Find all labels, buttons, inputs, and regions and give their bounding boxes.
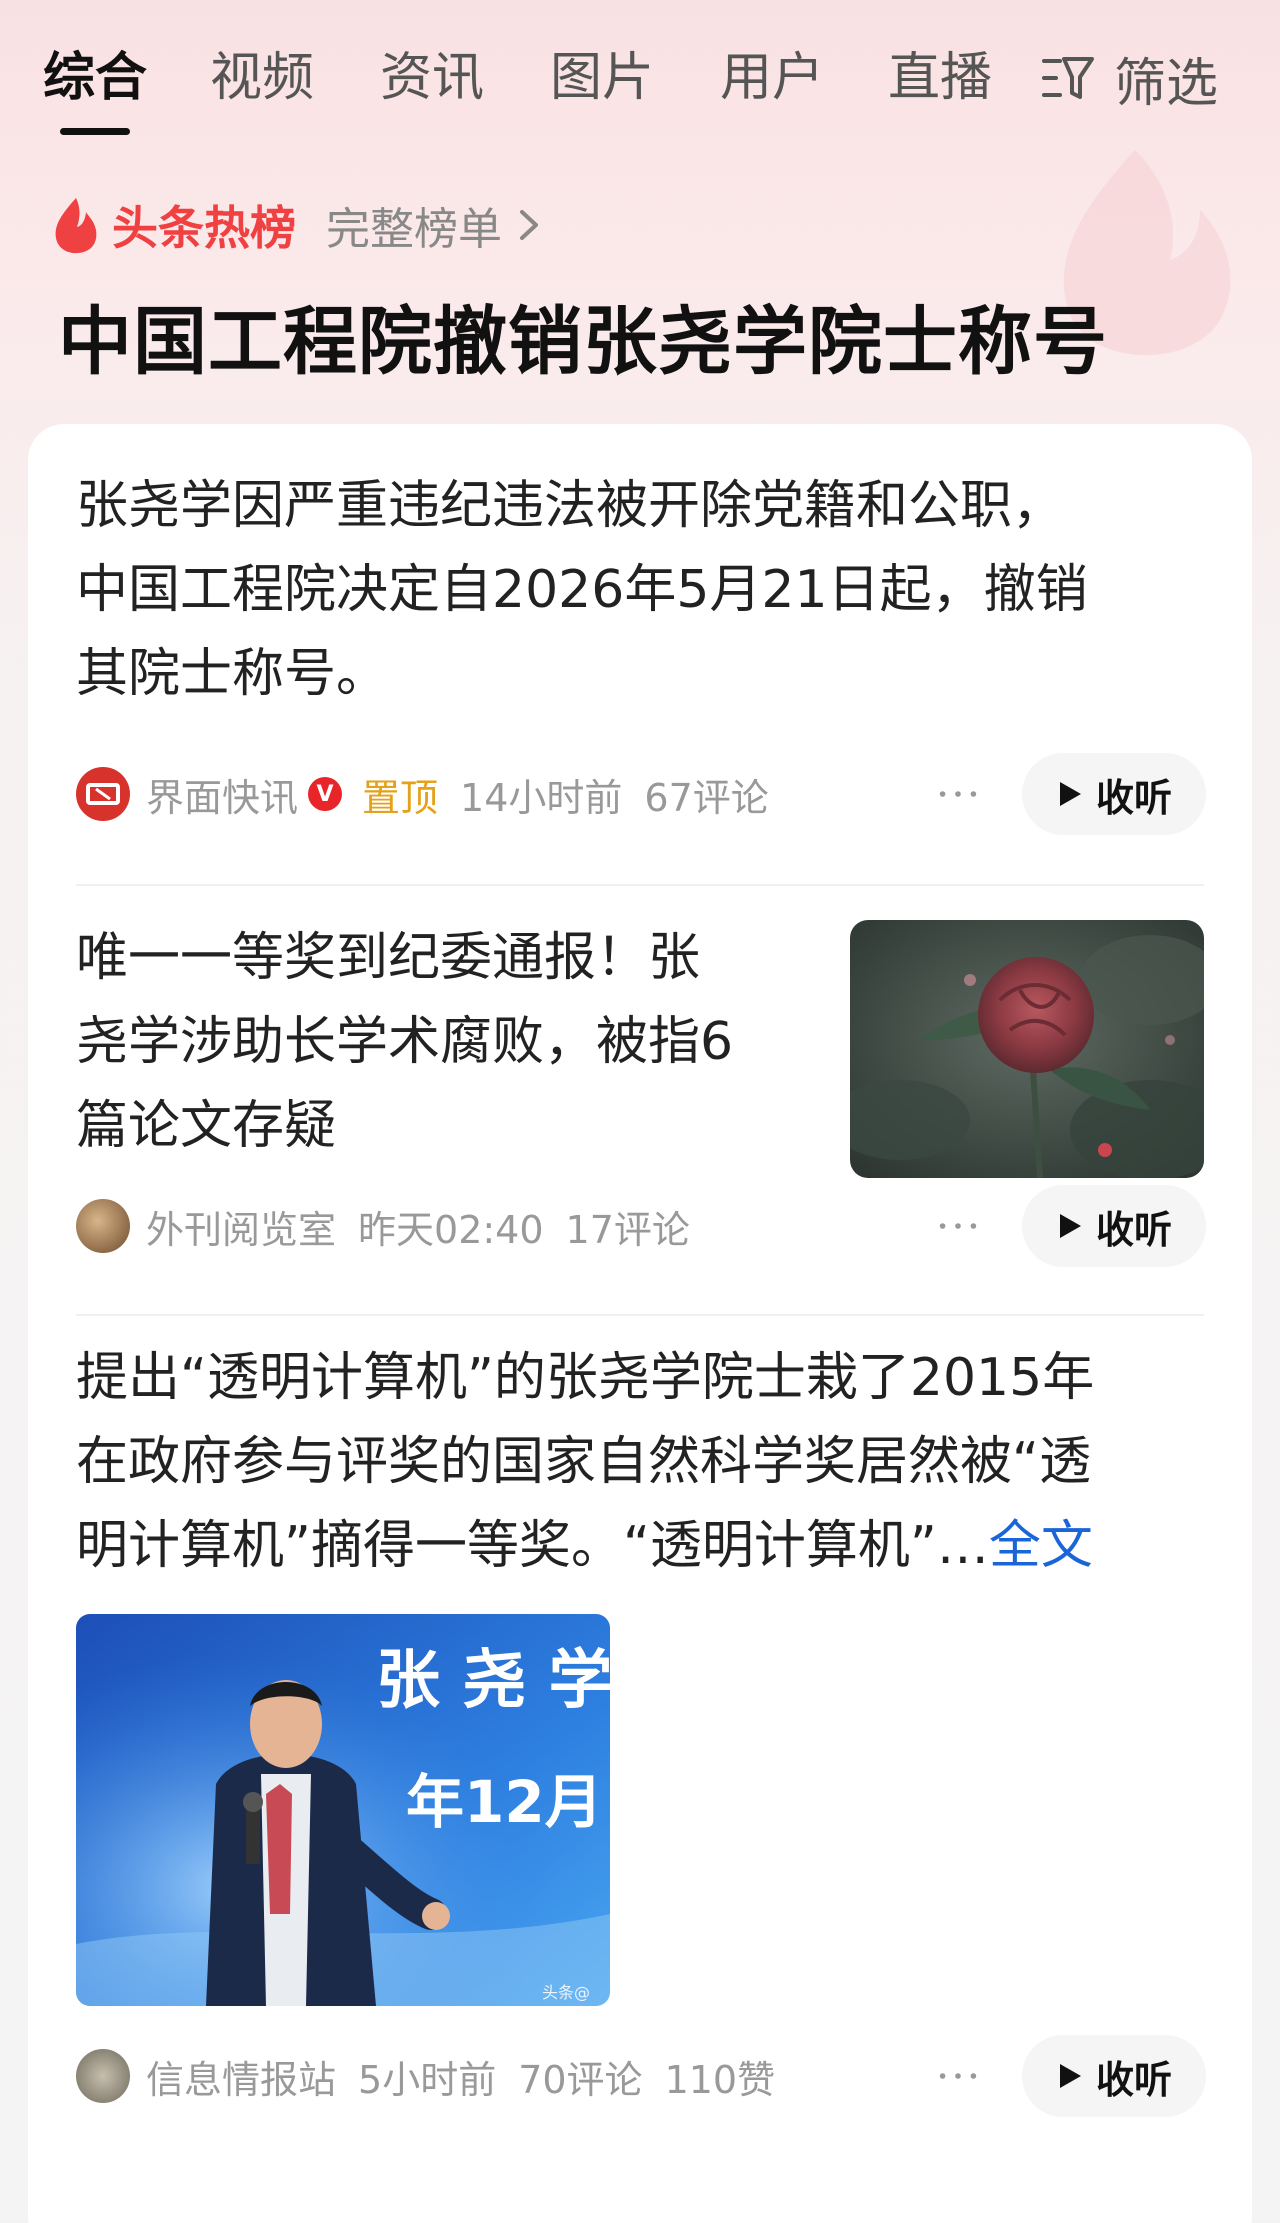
source-name[interactable]: 界面快讯: [146, 767, 298, 822]
play-icon: [1059, 1214, 1081, 1238]
article-text[interactable]: 张尧学因严重违纪违法被开除党籍和公职， 中国工程院决定自2026年5月21日起，…: [76, 464, 1206, 716]
tab-live[interactable]: 直播: [888, 42, 992, 114]
play-icon: [1059, 782, 1081, 806]
listen-label: 收听: [1095, 2057, 1172, 2102]
filter-button[interactable]: 筛选: [1040, 42, 1218, 114]
results-card: 张尧学因严重违纪违法被开除党籍和公职， 中国工程院决定自2026年5月21日起，…: [28, 424, 1252, 2223]
divider: [76, 884, 1204, 886]
comment-count[interactable]: 17评论: [566, 1199, 690, 1254]
article-line: 尧学涉助长学术腐败，被指6: [76, 1012, 734, 1072]
source-name[interactable]: 信息情报站: [146, 2049, 336, 2104]
hot-list-title: 头条热榜: [112, 201, 296, 255]
article-line: 其院士称号。: [76, 644, 389, 704]
flame-icon: [55, 198, 97, 254]
publish-time: 5小时前: [358, 2057, 497, 2102]
article-line: 提出“透明计算机”的张尧学院士栽了2015年: [76, 1348, 1095, 1408]
tab-users[interactable]: 用户: [720, 42, 824, 114]
listen-button[interactable]: 收听: [1022, 2035, 1206, 2117]
banner-title: 张 尧 学: [376, 1644, 610, 1718]
listen-button[interactable]: 收听: [1022, 753, 1206, 835]
tab-images[interactable]: 图片: [550, 42, 654, 114]
rose-photo[interactable]: [850, 920, 1204, 1178]
tab-news[interactable]: 资讯: [380, 42, 484, 114]
speaker-photo[interactable]: 张 尧 学 年12月 头条@: [76, 1614, 610, 2006]
full-list-link[interactable]: 完整榜单: [326, 193, 542, 257]
article-line: 篇论文存疑: [76, 1096, 337, 1156]
tab-video[interactable]: 视频: [210, 42, 314, 114]
listen-label: 收听: [1095, 775, 1172, 820]
hot-headline[interactable]: 中国工程院撤销张尧学院士称号: [58, 282, 1108, 389]
read-more-link[interactable]: 全文: [989, 1516, 1093, 1576]
divider: [76, 1314, 1204, 1316]
listen-label: 收听: [1095, 1207, 1172, 1252]
filter-label: 筛选: [1114, 53, 1219, 114]
article-line: 唯一一等奖到纪委通报！张: [76, 928, 701, 988]
more-options-icon[interactable]: [928, 2036, 988, 2116]
active-tab-indicator: [60, 128, 130, 135]
article-line: 中国工程院决定自2026年5月21日起，撤销: [76, 560, 1088, 620]
full-list-label: 完整榜单: [326, 204, 502, 255]
chevron-right-icon: [520, 210, 538, 240]
listen-button[interactable]: 收听: [1022, 1185, 1206, 1267]
article-meta: 界面快讯 V 置顶 14小时前 67评论: [76, 754, 791, 834]
source-avatar[interactable]: [76, 2049, 130, 2103]
verified-badge: V: [308, 777, 343, 811]
source-avatar[interactable]: [76, 767, 130, 821]
comment-count[interactable]: 70评论: [518, 2049, 642, 2104]
image-watermark: 头条@: [542, 1983, 590, 2002]
source-name[interactable]: 外刊阅览室: [146, 1199, 336, 1254]
more-options-icon[interactable]: [928, 1186, 988, 1266]
hot-list-header: 头条热榜 完整榜单: [52, 190, 542, 260]
article-line-text: 明计算机”摘得一等奖。“透明计算机”…: [76, 1516, 989, 1576]
search-tabs: 综合 视频 资讯 图片 用户 直播 筛选: [0, 0, 1280, 150]
tab-comprehensive[interactable]: 综合: [43, 42, 147, 114]
article-line: 张尧学因严重违纪违法被开除党籍和公职，: [76, 476, 1065, 536]
like-count[interactable]: 110赞: [665, 2049, 776, 2104]
article-meta: 外刊阅览室 昨天02:40 17评论: [76, 1186, 712, 1266]
filter-icon: [1042, 57, 1094, 99]
banner-date: 年12月: [406, 1768, 603, 1836]
publish-time: 14小时前: [460, 775, 623, 820]
article-text[interactable]: 唯一一等奖到纪委通报！张 尧学涉助长学术腐败，被指6 篇论文存疑: [76, 916, 816, 1168]
article-line: 明计算机”摘得一等奖。“透明计算机”…全文: [76, 1504, 1216, 1588]
more-options-icon[interactable]: [928, 754, 988, 834]
play-icon: [1059, 2064, 1081, 2088]
comment-count[interactable]: 67评论: [644, 767, 768, 822]
article-text[interactable]: 提出“透明计算机”的张尧学院士栽了2015年 在政府参与评奖的国家自然科学奖居然…: [76, 1336, 1216, 1588]
source-avatar[interactable]: [76, 1199, 130, 1253]
publish-time: 昨天02:40: [358, 1207, 544, 1252]
article-line: 在政府参与评奖的国家自然科学奖居然被“透: [76, 1432, 1091, 1492]
article-meta: 信息情报站 5小时前 70评论 110赞: [76, 2036, 797, 2116]
pinned-label: 置顶: [362, 775, 439, 820]
